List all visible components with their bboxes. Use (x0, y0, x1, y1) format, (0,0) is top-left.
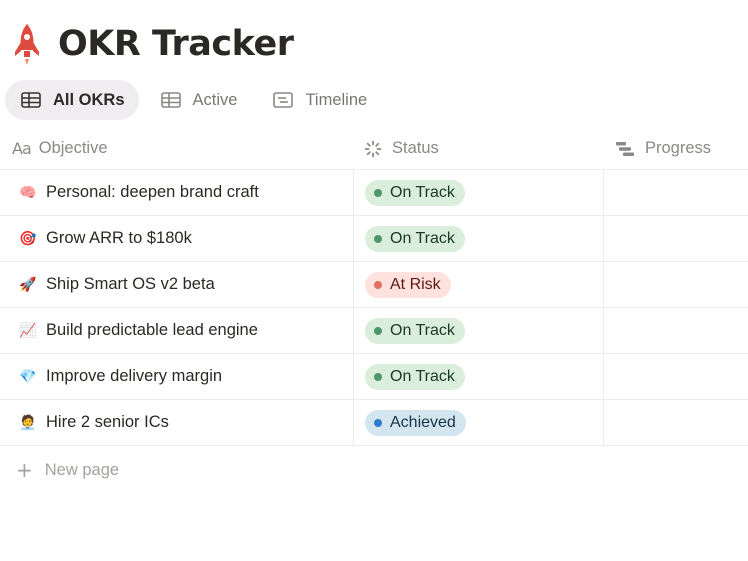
page-header: OKR Tracker (12, 20, 294, 68)
status-cell[interactable]: At Risk (353, 262, 603, 307)
status-badge: On Track (365, 179, 465, 206)
progress-bars-icon (616, 141, 634, 156)
status-cell[interactable]: On Track (353, 170, 603, 215)
status-cell[interactable]: Achieved (353, 400, 603, 445)
table-icon (160, 92, 181, 108)
status-dot-icon (374, 372, 382, 381)
target-icon: 🎯 (19, 230, 37, 246)
brain-icon: 🧠 (19, 184, 37, 200)
status-label: At Risk (390, 275, 441, 293)
status-badge: On Track (365, 225, 465, 252)
objective-title: Improve delivery margin (46, 367, 223, 385)
gem-icon: 💎 (19, 368, 37, 384)
objective-cell[interactable]: 💎 Improve delivery margin (0, 354, 353, 399)
objective-cell[interactable]: 🎯 Grow ARR to $180k (0, 216, 353, 261)
timeline-icon (273, 92, 294, 108)
objective-cell[interactable]: 🧑‍💼 Hire 2 senior ICs (0, 400, 353, 445)
objective-title: Hire 2 senior ICs (46, 413, 169, 431)
new-page-label: New page (44, 460, 120, 479)
table-row[interactable]: 🚀 Ship Smart OS v2 beta At Risk (0, 262, 748, 308)
tab-active[interactable]: Active (145, 80, 252, 120)
status-label: On Track (390, 229, 455, 247)
column-header-status[interactable]: Status (353, 128, 603, 169)
view-tabs: All OKRs Active Timeline (5, 80, 387, 120)
objective-title: Build predictable lead engine (46, 321, 258, 339)
tab-timeline[interactable]: Timeline (257, 80, 381, 120)
status-cell[interactable]: On Track (353, 308, 603, 353)
status-badge: On Track (365, 363, 465, 390)
column-header-progress[interactable]: Progress (603, 128, 748, 169)
page-title: OKR Tracker (58, 24, 294, 64)
progress-cell[interactable] (603, 400, 748, 445)
status-dot-icon (374, 188, 382, 197)
objective-title: Personal: deepen brand craft (46, 183, 259, 201)
status-badge: At Risk (365, 271, 451, 298)
status-label: On Track (390, 321, 455, 339)
status-label: Achieved (390, 413, 456, 431)
okr-table: Aa Objective Status Progress 🧠 Personal:… (0, 128, 748, 494)
progress-cell[interactable] (603, 308, 748, 353)
status-dot-icon (374, 418, 382, 427)
text-property-icon: Aa (12, 139, 32, 158)
status-badge: Achieved (365, 409, 466, 436)
status-label: On Track (390, 367, 455, 385)
table-body: 🧠 Personal: deepen brand craft On Track 🎯 Gr… (0, 170, 748, 446)
objective-title: Grow ARR to $180k (46, 229, 192, 247)
progress-cell[interactable] (603, 170, 748, 215)
status-badge: On Track (365, 317, 465, 344)
table-header: Aa Objective Status Progress (0, 128, 748, 170)
status-dot-icon (374, 234, 382, 243)
status-label: On Track (390, 183, 455, 201)
column-label: Status (392, 139, 439, 157)
objective-cell[interactable]: 📈 Build predictable lead engine (0, 308, 353, 353)
rocket-icon: 🚀 (19, 276, 37, 292)
table-row[interactable]: 🎯 Grow ARR to $180k On Track (0, 216, 748, 262)
objective-cell[interactable]: 🧠 Personal: deepen brand craft (0, 170, 353, 215)
plus-icon: + (16, 458, 33, 482)
status-cell[interactable]: On Track (353, 354, 603, 399)
table-row[interactable]: 💎 Improve delivery margin On Track (0, 354, 748, 400)
objective-cell[interactable]: 🚀 Ship Smart OS v2 beta (0, 262, 353, 307)
table-row[interactable]: 🧑‍💼 Hire 2 senior ICs Achieved (0, 400, 748, 446)
rocket-icon[interactable] (12, 22, 42, 66)
column-label: Progress (645, 139, 712, 157)
column-label: Objective (38, 139, 108, 157)
progress-cell[interactable] (603, 216, 748, 261)
objective-title: Ship Smart OS v2 beta (46, 275, 215, 293)
tab-all-okrs[interactable]: All OKRs (5, 80, 139, 120)
table-row[interactable]: 📈 Build predictable lead engine On Track (0, 308, 748, 354)
tab-label: All OKRs (53, 90, 125, 109)
progress-cell[interactable] (603, 354, 748, 399)
table-icon (21, 92, 41, 108)
chart-increasing-icon: 📈 (19, 322, 37, 338)
table-row[interactable]: 🧠 Personal: deepen brand craft On Track (0, 170, 748, 216)
person-icon: 🧑‍💼 (19, 414, 37, 430)
tab-label: Active (192, 90, 238, 109)
status-dot-icon (374, 326, 382, 335)
progress-cell[interactable] (603, 262, 748, 307)
status-cell[interactable]: On Track (353, 216, 603, 261)
status-spinner-icon (364, 140, 382, 157)
column-header-objective[interactable]: Aa Objective (0, 128, 353, 169)
tab-label: Timeline (305, 90, 368, 109)
status-dot-icon (374, 280, 382, 289)
new-page-button[interactable]: + New page (0, 446, 748, 494)
